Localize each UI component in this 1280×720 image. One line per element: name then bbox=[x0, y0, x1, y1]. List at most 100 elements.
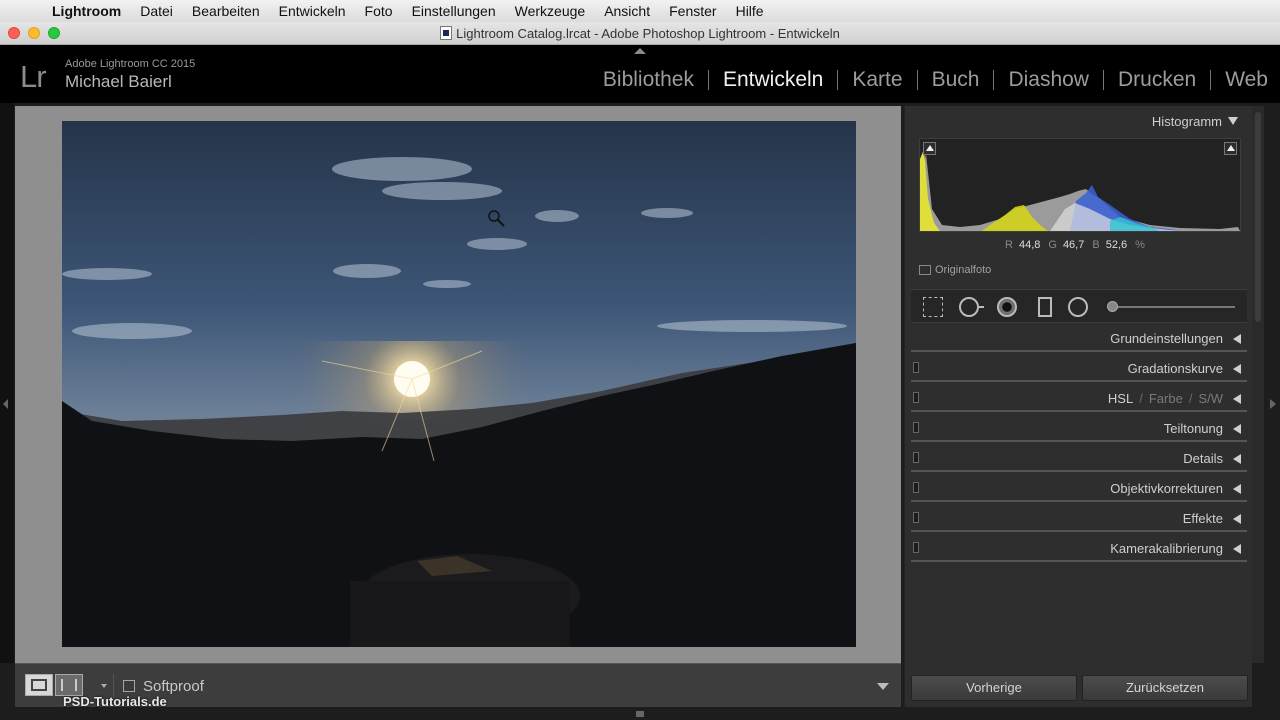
section-effects-expand-icon bbox=[1233, 514, 1241, 524]
adjustment-brush-slider-knob[interactable] bbox=[1107, 301, 1118, 312]
window-title: Lightroom Catalog.lrcat - Adobe Photosho… bbox=[456, 25, 840, 41]
menu-ansicht[interactable]: Ansicht bbox=[604, 3, 650, 19]
menu-foto[interactable]: Foto bbox=[365, 3, 393, 19]
workspace: Softproof PSD-Tutorials.de Histogramm R … bbox=[0, 103, 1280, 720]
develop-right-panel: Histogramm R 44,8 G 46,7 B 52,6 % Origin… bbox=[904, 106, 1252, 707]
section-calibration-label: Kamerakalibrierung bbox=[1110, 541, 1223, 556]
section-hsl-expand-icon bbox=[1233, 394, 1241, 404]
adjustment-brush-slider-track[interactable] bbox=[1107, 306, 1235, 308]
histogram-graph[interactable] bbox=[919, 138, 1241, 232]
section-tone-curve-label: Gradationskurve bbox=[1127, 361, 1223, 376]
collapse-top-panel-icon[interactable] bbox=[634, 48, 646, 54]
section-lens-switch[interactable] bbox=[913, 482, 919, 493]
section-calibration[interactable]: Kamerakalibrierung bbox=[911, 534, 1247, 562]
loupe-canvas[interactable] bbox=[15, 106, 901, 663]
crop-tool-icon[interactable] bbox=[923, 297, 943, 317]
traffic-lights bbox=[8, 27, 60, 39]
tab-hsl[interactable]: HSL bbox=[1108, 391, 1133, 406]
menu-lightroom[interactable]: Lightroom bbox=[52, 3, 121, 19]
menu-datei[interactable]: Datei bbox=[140, 3, 173, 19]
graduated-filter-tool-icon[interactable] bbox=[1038, 297, 1052, 317]
loupe-view-button[interactable] bbox=[25, 674, 53, 696]
percent-unit: % bbox=[1135, 239, 1145, 251]
section-calibration-expand-icon bbox=[1233, 544, 1241, 554]
section-tone-curve-switch[interactable] bbox=[913, 362, 919, 373]
section-details-switch[interactable] bbox=[913, 452, 919, 463]
apple-icon[interactable] bbox=[18, 3, 32, 19]
original-photo-checkbox[interactable] bbox=[919, 265, 931, 275]
tab-farbe[interactable]: Farbe bbox=[1149, 391, 1183, 406]
minimize-window-button[interactable] bbox=[28, 27, 40, 39]
spot-removal-tool-icon[interactable] bbox=[959, 297, 984, 317]
module-entwickeln[interactable]: Entwickeln bbox=[709, 69, 839, 90]
scrollbar-thumb[interactable] bbox=[1255, 112, 1261, 322]
g-value: 46,7 bbox=[1062, 239, 1085, 251]
section-basic-label: Grundeinstellungen bbox=[1110, 331, 1223, 346]
view-mode-group bbox=[25, 674, 83, 696]
section-hsl[interactable]: HSL / Farbe / S/W bbox=[911, 384, 1247, 412]
menu-fenster[interactable]: Fenster bbox=[669, 3, 716, 19]
photo-preview[interactable] bbox=[62, 121, 856, 647]
highlight-clipping-toggle[interactable] bbox=[1224, 142, 1237, 155]
menu-entwickeln[interactable]: Entwickeln bbox=[279, 3, 346, 19]
section-details-label: Details bbox=[1183, 451, 1223, 466]
menu-hilfe[interactable]: Hilfe bbox=[736, 3, 764, 19]
module-picker: Bibliothek Entwickeln Karte Buch Diashow… bbox=[589, 69, 1268, 90]
section-lens-expand-icon bbox=[1233, 484, 1241, 494]
menu-einstellungen[interactable]: Einstellungen bbox=[412, 3, 496, 19]
lightroom-logo: Lr bbox=[20, 59, 47, 94]
before-after-view-button[interactable] bbox=[55, 674, 83, 696]
tab-sw[interactable]: S/W bbox=[1198, 391, 1223, 406]
module-karte[interactable]: Karte bbox=[838, 69, 918, 90]
section-basic[interactable]: Grundeinstellungen bbox=[911, 324, 1247, 352]
section-effects-switch[interactable] bbox=[913, 512, 919, 523]
filmstrip-toggle-icon[interactable] bbox=[636, 711, 644, 717]
previous-button[interactable]: Vorherige bbox=[911, 675, 1077, 701]
module-buch[interactable]: Buch bbox=[918, 69, 995, 90]
module-diashow[interactable]: Diashow bbox=[994, 69, 1104, 90]
window-titlebar: Lightroom Catalog.lrcat - Adobe Photosho… bbox=[0, 22, 1280, 45]
section-lens[interactable]: Objektivkorrekturen bbox=[911, 474, 1247, 502]
softproof-checkbox[interactable] bbox=[123, 680, 135, 692]
shadow-clipping-toggle[interactable] bbox=[923, 142, 936, 155]
tool-strip bbox=[911, 289, 1247, 323]
menu-werkzeuge[interactable]: Werkzeuge bbox=[515, 3, 586, 19]
close-window-button[interactable] bbox=[8, 27, 20, 39]
sunset-landscape-image bbox=[62, 121, 856, 647]
reset-button[interactable]: Zurücksetzen bbox=[1082, 675, 1248, 701]
section-details[interactable]: Details bbox=[911, 444, 1247, 472]
histogram-plot bbox=[920, 149, 1240, 231]
collapse-right-panel-icon[interactable] bbox=[1270, 399, 1276, 409]
original-photo-label: Originalfoto bbox=[935, 264, 992, 276]
histogram-collapse-icon[interactable] bbox=[1228, 117, 1238, 125]
r-label: R bbox=[1005, 239, 1013, 251]
module-header: Lr Adobe Lightroom CC 2015 Michael Baier… bbox=[0, 45, 1280, 103]
module-bibliothek[interactable]: Bibliothek bbox=[589, 69, 709, 90]
section-basic-expand-icon bbox=[1233, 334, 1241, 344]
r-value: 44,8 bbox=[1018, 239, 1041, 251]
fullscreen-window-button[interactable] bbox=[48, 27, 60, 39]
section-effects[interactable]: Effekte bbox=[911, 504, 1247, 532]
left-panel-collapsed[interactable] bbox=[0, 103, 14, 663]
b-value: 52,6 bbox=[1105, 239, 1128, 251]
section-tone-curve[interactable]: Gradationskurve bbox=[911, 354, 1247, 382]
histogram-title[interactable]: Histogramm bbox=[1152, 114, 1222, 129]
menu-bearbeiten[interactable]: Bearbeiten bbox=[192, 3, 260, 19]
expand-left-panel-icon[interactable] bbox=[3, 399, 8, 409]
g-label: G bbox=[1048, 239, 1057, 251]
section-lens-label: Objektivkorrekturen bbox=[1110, 481, 1223, 496]
section-split-toning[interactable]: Teiltonung bbox=[911, 414, 1247, 442]
section-hsl-switch[interactable] bbox=[913, 392, 919, 403]
document-icon bbox=[440, 26, 453, 40]
identity-plate-user: Michael Baierl bbox=[65, 72, 172, 91]
toolbar-content-chevron-icon[interactable] bbox=[877, 683, 889, 690]
view-options-chevron-icon[interactable] bbox=[101, 684, 107, 688]
module-web[interactable]: Web bbox=[1211, 69, 1268, 90]
section-split-toning-switch[interactable] bbox=[913, 422, 919, 433]
red-eye-tool-icon[interactable] bbox=[997, 297, 1017, 317]
radial-filter-tool-icon[interactable] bbox=[1068, 297, 1088, 317]
section-calibration-switch[interactable] bbox=[913, 542, 919, 553]
module-drucken[interactable]: Drucken bbox=[1104, 69, 1212, 90]
right-panel-scrollbar[interactable] bbox=[1252, 106, 1264, 663]
rgb-readout: R 44,8 G 46,7 B 52,6 % bbox=[1005, 239, 1145, 251]
